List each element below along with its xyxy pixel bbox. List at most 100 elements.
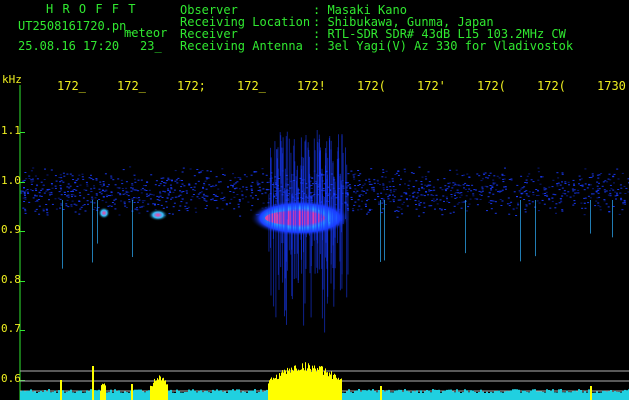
noise-pixel bbox=[154, 204, 156, 206]
noise-pixel bbox=[623, 185, 626, 187]
noise-pixel bbox=[516, 184, 519, 186]
noise-pixel bbox=[51, 187, 54, 189]
baseline-bar bbox=[72, 392, 74, 394]
noise-pixel bbox=[78, 192, 81, 194]
noise-pixel bbox=[384, 204, 387, 205]
echo-streak bbox=[309, 173, 311, 226]
noise-pixel bbox=[245, 186, 248, 188]
noise-pixel bbox=[380, 212, 383, 214]
noise-pixel bbox=[415, 208, 418, 210]
noise-pixel bbox=[258, 183, 261, 185]
noise-pixel bbox=[380, 192, 383, 194]
noise-pixel bbox=[537, 210, 540, 212]
signal-burst-bar bbox=[320, 366, 321, 400]
noise-pixel bbox=[354, 201, 357, 203]
signal-burst-bar bbox=[288, 370, 289, 400]
noise-pixel bbox=[36, 200, 39, 202]
noise-pixel bbox=[194, 207, 197, 209]
noise-pixel bbox=[203, 182, 206, 184]
echo-streak bbox=[314, 150, 316, 274]
echo-streak bbox=[321, 174, 323, 269]
signal-burst-bar bbox=[297, 370, 298, 400]
noise-pixel bbox=[261, 168, 264, 170]
noise-pixel bbox=[30, 181, 33, 183]
noise-pixel bbox=[415, 197, 418, 199]
noise-pixel bbox=[455, 192, 458, 194]
noise-pixel bbox=[508, 205, 511, 207]
noise-pixel bbox=[600, 173, 603, 174]
noise-pixel bbox=[123, 203, 126, 205]
noise-pixel bbox=[102, 190, 104, 191]
baseline-bar bbox=[428, 390, 430, 394]
noise-pixel bbox=[192, 194, 195, 195]
noise-pixel bbox=[181, 171, 184, 173]
noise-pixel bbox=[572, 190, 575, 192]
noise-pixel bbox=[168, 213, 171, 215]
echo-streak bbox=[275, 199, 277, 318]
signal-burst-bar bbox=[150, 385, 151, 400]
noise-pixel bbox=[69, 185, 72, 187]
noise-pixel bbox=[55, 180, 58, 182]
y-axis-ticks bbox=[20, 132, 25, 381]
noise-pixel bbox=[401, 203, 404, 205]
label-antenna: Receiving Antenna bbox=[180, 39, 303, 53]
noise-pixel bbox=[253, 171, 256, 173]
baseline-bar bbox=[246, 392, 248, 394]
baseline-bar bbox=[618, 391, 620, 394]
noise-pixel bbox=[414, 200, 417, 202]
signal-burst-bar bbox=[332, 379, 333, 400]
echo-streak bbox=[330, 149, 332, 284]
baseline-bar bbox=[592, 392, 594, 394]
baseline-bar bbox=[194, 390, 196, 394]
noise-pixel bbox=[62, 181, 65, 183]
noise-pixel bbox=[71, 189, 74, 191]
noise-pixel bbox=[486, 177, 489, 179]
noise-pixel bbox=[572, 195, 575, 197]
noise-pixel bbox=[425, 178, 428, 180]
noise-pixel bbox=[58, 191, 61, 193]
noise-pixel bbox=[107, 195, 110, 196]
noise-pixel bbox=[436, 203, 439, 205]
noise-pixel bbox=[185, 190, 188, 192]
noise-pixel bbox=[204, 180, 207, 182]
noise-pixel bbox=[478, 175, 481, 177]
noise-pixel bbox=[488, 192, 491, 194]
noise-pixel bbox=[348, 184, 351, 186]
noise-pixel bbox=[422, 212, 425, 214]
noise-pixel bbox=[583, 189, 586, 191]
signal-burst-bar bbox=[278, 378, 279, 400]
noise-pixel bbox=[387, 198, 390, 200]
noise-pixel bbox=[420, 183, 423, 185]
baseline-bar bbox=[568, 392, 570, 394]
echo-streak bbox=[329, 140, 330, 211]
noise-pixel bbox=[169, 190, 171, 192]
noise-pixel bbox=[392, 194, 394, 196]
echo-streak bbox=[319, 150, 321, 203]
noise-pixel bbox=[145, 193, 148, 195]
noise-pixel bbox=[376, 180, 379, 182]
noise-pixel bbox=[493, 175, 496, 177]
noise-pixel bbox=[445, 190, 447, 192]
baseline-bar bbox=[524, 390, 526, 394]
signal-burst-bar bbox=[295, 365, 296, 400]
baseline-bar bbox=[262, 391, 264, 394]
noise-pixel bbox=[148, 189, 151, 191]
noise-pixel bbox=[106, 196, 109, 198]
signal-spike bbox=[92, 366, 94, 400]
signal-burst-bar bbox=[282, 370, 283, 400]
noise-pixel bbox=[526, 175, 529, 177]
echo-streak bbox=[293, 139, 295, 280]
noise-pixel bbox=[468, 176, 471, 178]
noise-pixel bbox=[262, 202, 265, 204]
noise-pixel bbox=[536, 200, 539, 202]
noise-pixel bbox=[347, 185, 350, 187]
noise-pixel bbox=[190, 199, 193, 201]
noise-pixel bbox=[102, 196, 105, 198]
noise-pixel bbox=[517, 204, 520, 206]
noise-pixel bbox=[403, 168, 406, 170]
baseline-bar bbox=[492, 392, 494, 394]
noise-pixel bbox=[379, 184, 381, 186]
baseline-bar bbox=[404, 389, 406, 394]
noise-pixel bbox=[35, 190, 38, 191]
noise-pixel bbox=[179, 190, 181, 192]
